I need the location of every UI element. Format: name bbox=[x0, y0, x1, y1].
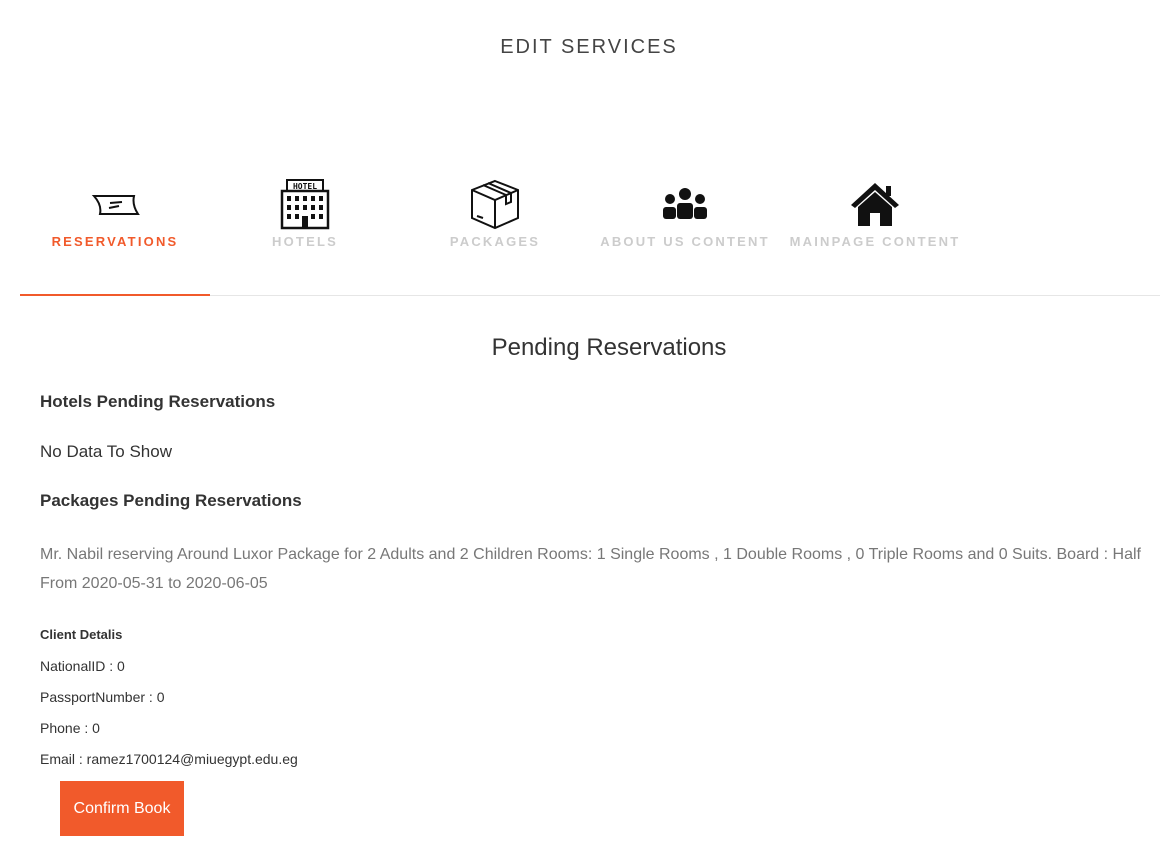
hotels-pending-heading: Hotels Pending Reservations bbox=[40, 392, 276, 411]
tab-mainpage-content[interactable]: MAINPAGE CONTENT bbox=[780, 178, 970, 295]
active-tab-indicator bbox=[20, 294, 210, 296]
reservation-summary: Mr. Nabil reserving Around Luxor Package… bbox=[40, 540, 1160, 598]
tab-packages[interactable]: PACKAGES bbox=[400, 178, 590, 295]
confirm-book-button[interactable]: Confirm Book bbox=[60, 781, 184, 836]
client-phone: Phone : 0 bbox=[40, 720, 100, 736]
service-tabs: RESERVATIONS HOTEL HOTELS PACKAGES ABOUT… bbox=[20, 178, 1160, 296]
people-group-icon bbox=[590, 178, 780, 230]
tab-label: HOTELS bbox=[272, 234, 338, 249]
reservation-description: Mr. Nabil reserving Around Luxor Package… bbox=[40, 546, 1141, 563]
client-details-heading: Client Detalis bbox=[40, 627, 123, 642]
tab-label: MAINPAGE CONTENT bbox=[789, 234, 961, 249]
tab-label: PACKAGES bbox=[449, 234, 541, 249]
house-icon bbox=[780, 178, 970, 230]
tab-about-us-content[interactable]: ABOUT US CONTENT bbox=[590, 178, 780, 295]
tab-hotels[interactable]: HOTEL HOTELS bbox=[210, 178, 400, 295]
tab-reservations[interactable]: RESERVATIONS bbox=[20, 178, 210, 296]
no-data-text: No Data To Show bbox=[40, 442, 172, 461]
page-title: EDIT SERVICES bbox=[500, 36, 678, 58]
svg-text:HOTEL: HOTEL bbox=[293, 182, 317, 191]
ticket-icon bbox=[20, 178, 210, 230]
packages-pending-heading: Packages Pending Reservations bbox=[40, 491, 302, 510]
client-passport-number: PassportNumber : 0 bbox=[40, 689, 165, 705]
client-email: Email : ramez1700124@miuegypt.edu.eg bbox=[40, 751, 298, 767]
package-box-icon bbox=[400, 178, 590, 230]
tab-label: RESERVATIONS bbox=[51, 234, 179, 249]
tab-label: ABOUT US CONTENT bbox=[600, 234, 770, 249]
reservation-dates: From 2020-05-31 to 2020-06-05 bbox=[40, 575, 268, 592]
client-national-id: NationalID : 0 bbox=[40, 658, 125, 674]
hotel-icon: HOTEL bbox=[210, 178, 400, 230]
section-title: Pending Reservations bbox=[491, 334, 727, 361]
